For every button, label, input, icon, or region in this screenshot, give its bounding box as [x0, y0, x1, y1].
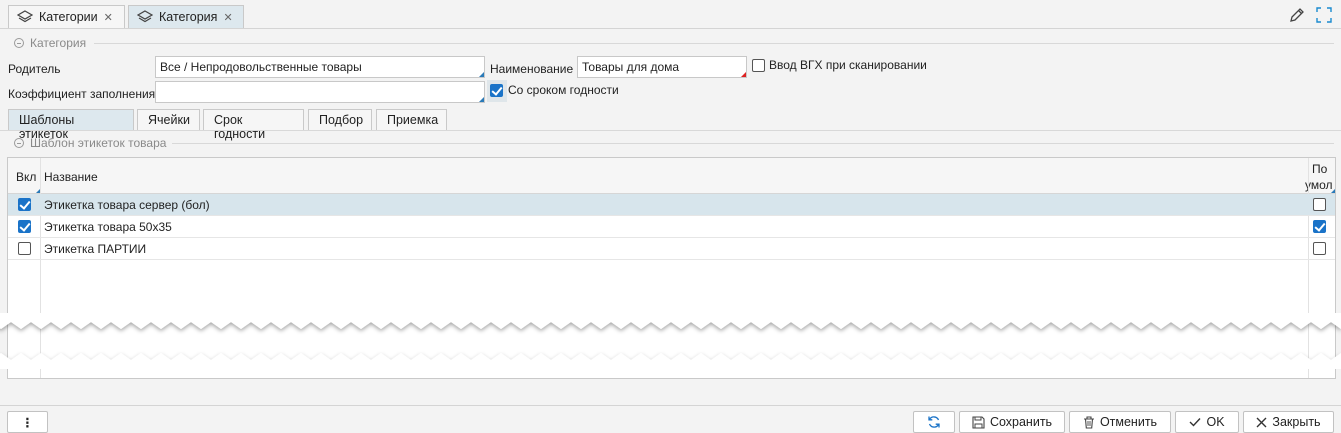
row-name: Этикетка товара сервер (бол): [44, 198, 210, 212]
subtab-picking[interactable]: Подбор: [308, 109, 372, 130]
cancel-button[interactable]: Отменить: [1069, 411, 1171, 433]
trash-icon: [1083, 415, 1094, 429]
row-name: Этикетка товара 50х35: [44, 220, 172, 234]
sort-marker: [1331, 189, 1335, 193]
parent-label: Родитель: [8, 62, 61, 76]
tab-label: Категории: [39, 10, 98, 24]
row-enabled-checkbox[interactable]: [18, 198, 31, 211]
section-title: Шаблон этикеток товара: [30, 136, 167, 150]
edit-icon[interactable]: [1288, 6, 1306, 24]
check-icon: [1189, 418, 1201, 427]
section-category-header[interactable]: Категория: [14, 36, 86, 50]
more-menu-button[interactable]: ⋮: [7, 411, 48, 433]
row-enabled-checkbox[interactable]: [18, 220, 31, 233]
column-default-line1: По: [1312, 162, 1328, 176]
divider: [172, 143, 1334, 144]
collapse-icon: [14, 38, 24, 48]
expiry-label: Со сроком годности: [508, 83, 619, 97]
category-form: Категория Родитель Все / Непродовольстве…: [0, 30, 1341, 432]
table-row[interactable]: Этикетка товара 50х35: [8, 216, 1335, 238]
save-icon: [972, 415, 985, 429]
fill-label: Коэффициент заполнения: [8, 87, 156, 101]
tab-categories[interactable]: Категории ✕: [8, 5, 125, 28]
name-value: Товары для дома: [582, 60, 680, 74]
close-label: Закрыть: [1272, 415, 1321, 429]
ok-label: OK: [1206, 415, 1225, 429]
close-icon: [1256, 417, 1267, 427]
ok-button[interactable]: OK: [1175, 411, 1239, 433]
name-field[interactable]: Товары для дома: [577, 56, 747, 78]
subtab-label: Срок годности: [214, 113, 266, 141]
subtab-label: Приемка: [387, 113, 439, 127]
row-name: Этикетка ПАРТИИ: [44, 242, 147, 256]
save-label: Сохранить: [989, 415, 1053, 429]
section-labels-header[interactable]: Шаблон этикеток товара: [14, 136, 166, 150]
subtab-label: Ячейки: [148, 113, 190, 127]
layers-icon: [137, 10, 153, 23]
name-label: Наименование: [490, 62, 574, 76]
parent-field[interactable]: Все / Непродовольственные товары: [155, 56, 485, 78]
required-marker: [741, 72, 746, 77]
subtab-cells[interactable]: Ячейки: [137, 109, 200, 130]
column-default-line2: умол: [1305, 178, 1333, 192]
section-title: Категория: [30, 36, 87, 50]
row-default-checkbox[interactable]: [1313, 242, 1326, 255]
torn-edge: [0, 313, 1341, 369]
column-name[interactable]: Название: [44, 170, 98, 184]
subtab-label-templates[interactable]: Шаблоны этикеток: [8, 109, 134, 141]
parent-value: Все / Непродовольственные товары: [160, 60, 362, 74]
collapse-icon: [14, 138, 24, 148]
divider: [0, 130, 1341, 131]
cancel-label: Отменить: [1099, 415, 1158, 429]
subtab-expiry[interactable]: Срок годности: [203, 109, 304, 141]
tab-category[interactable]: Категория ✕: [128, 5, 244, 28]
row-default-checkbox[interactable]: [1313, 198, 1326, 211]
row-default-checkbox[interactable]: [1313, 220, 1326, 233]
field-corner: [479, 97, 484, 102]
vgh-label: Ввод ВГХ при сканировании: [769, 58, 927, 72]
tab-label: Категория: [159, 10, 218, 24]
subtab-receiving[interactable]: Приемка: [376, 109, 447, 130]
subtab-label: Подбор: [319, 113, 364, 127]
document-tab-bar: Категории ✕ Категория ✕: [0, 0, 1341, 29]
save-button[interactable]: Сохранить: [959, 411, 1065, 433]
close-icon[interactable]: ✕: [223, 11, 232, 24]
expiry-checkbox[interactable]: [490, 84, 503, 97]
vgh-checkbox[interactable]: [752, 59, 765, 72]
close-button[interactable]: Закрыть: [1243, 411, 1334, 433]
column-enabled[interactable]: Вкл: [16, 170, 36, 184]
refresh-icon: [928, 416, 940, 428]
table-row[interactable]: Этикетка товара сервер (бол): [8, 194, 1335, 216]
fullscreen-icon[interactable]: [1315, 6, 1333, 24]
field-corner: [479, 72, 484, 77]
divider: [94, 43, 1334, 44]
refresh-button[interactable]: [913, 411, 955, 433]
row-enabled-checkbox[interactable]: [18, 242, 31, 255]
close-icon[interactable]: ✕: [104, 11, 113, 24]
layers-icon: [17, 10, 33, 23]
more-icon: ⋮: [21, 415, 34, 430]
table-header: Вкл Название По умол: [8, 158, 1335, 194]
column-default[interactable]: По: [1312, 162, 1327, 176]
table-row[interactable]: Этикетка ПАРТИИ: [8, 238, 1335, 260]
fill-field[interactable]: [155, 81, 485, 103]
action-bar: ⋮ Сохранить Отменить OK Закрыть: [0, 405, 1341, 433]
